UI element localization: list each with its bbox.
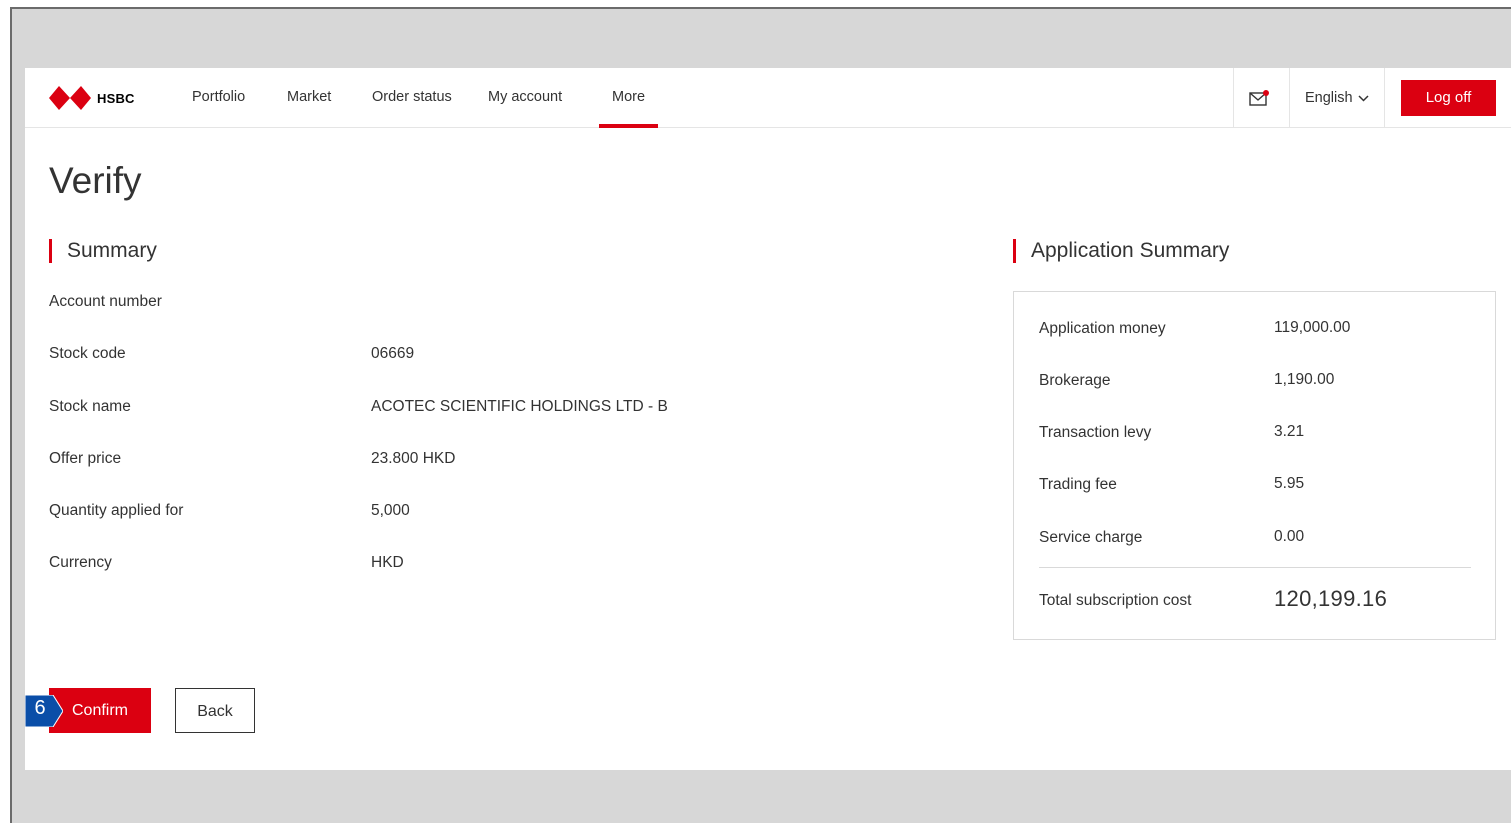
currency-value: HKD [371,554,404,571]
offer-price-label: Offer price [49,450,122,467]
back-button[interactable]: Back [175,688,255,733]
stock-code-label: Stock code [49,345,126,362]
language-selector[interactable]: English [1305,68,1369,128]
account-number-label: Account number [49,293,162,310]
brokerage-value: 1,190.00 [1274,371,1335,388]
language-label: English [1305,90,1353,106]
step-number: 6 [34,697,46,719]
hsbc-hexagon-icon [49,86,91,110]
hsbc-logo[interactable]: HSBC [49,86,135,110]
offer-price-value: 23.800 HKD [371,450,456,467]
total-cost-label: Total subscription cost [1039,592,1192,609]
confirm-button[interactable]: Confirm [49,688,151,733]
page-title: Verify [49,160,142,201]
nav-my-account[interactable]: My account [488,68,562,128]
service-charge-label: Service charge [1039,529,1143,546]
quantity-label: Quantity applied for [49,502,184,519]
log-off-button[interactable]: Log off [1401,80,1496,116]
nav-order-status[interactable]: Order status [372,68,452,128]
application-summary-heading: Application Summary [1013,238,1229,264]
nav-portfolio[interactable]: Portfolio [192,68,245,128]
header-divider [1384,68,1385,128]
mail-icon[interactable] [1249,90,1269,106]
app-window: HSBC Portfolio Market Order status My ac… [25,68,1511,770]
chevron-down-icon [1358,94,1369,102]
service-charge-value: 0.00 [1274,528,1305,545]
application-money-value: 119,000.00 [1274,319,1351,336]
quantity-value: 5,000 [371,502,410,519]
currency-label: Currency [49,554,112,571]
application-money-label: Application money [1039,320,1166,337]
transaction-levy-value: 3.21 [1274,423,1305,440]
transaction-levy-label: Transaction levy [1039,424,1152,441]
top-navigation: HSBC Portfolio Market Order status My ac… [25,68,1511,128]
stock-name-label: Stock name [49,398,131,415]
header-divider [1233,68,1234,128]
nav-more[interactable]: More [598,68,659,128]
brand-name: HSBC [97,90,135,106]
application-summary-box: Application money 119,000.00 Brokerage 1… [1013,291,1496,640]
stock-code-value: 06669 [371,345,415,362]
total-divider [1039,567,1471,568]
brokerage-label: Brokerage [1039,372,1111,389]
summary-heading: Summary [49,238,157,264]
total-cost-value: 120,199.16 [1274,586,1388,611]
nav-market[interactable]: Market [287,68,331,128]
trading-fee-label: Trading fee [1039,476,1117,493]
stock-name-value: ACOTEC SCIENTIFIC HOLDINGS LTD - B [371,398,668,415]
trading-fee-value: 5.95 [1274,475,1305,492]
header-divider [1289,68,1290,128]
